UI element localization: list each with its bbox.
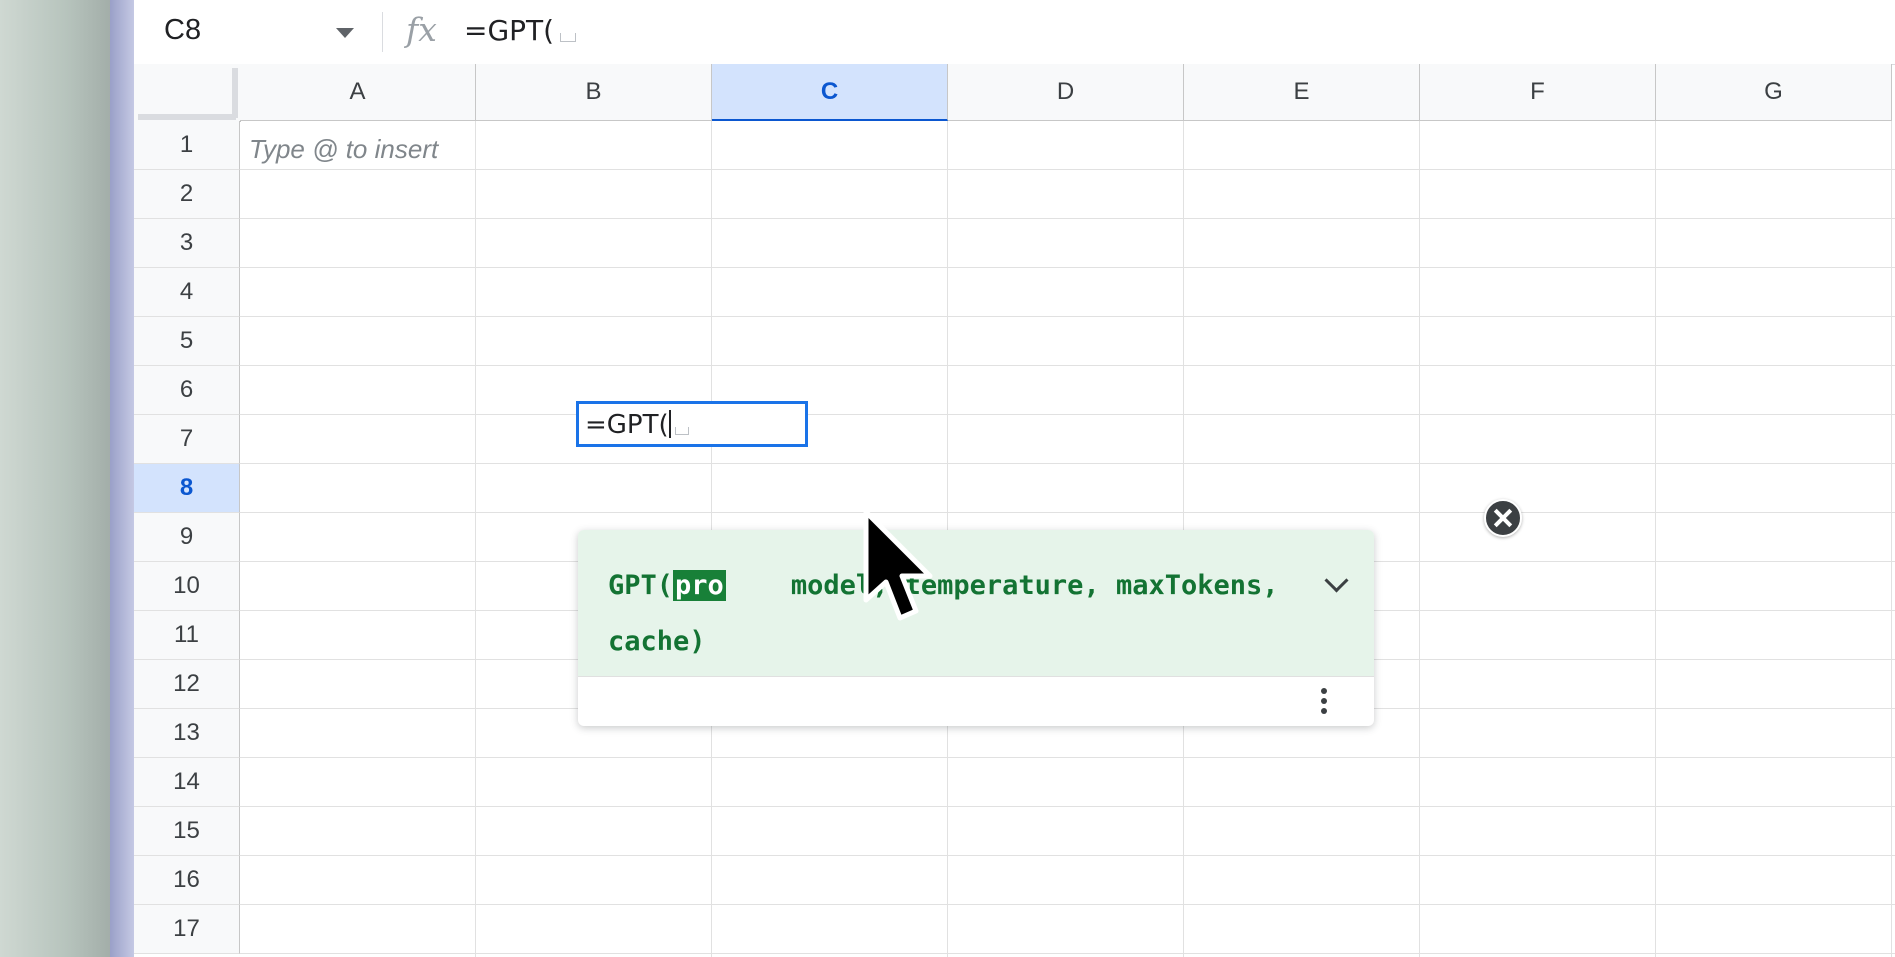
row-header-1[interactable]: 1: [134, 121, 240, 170]
cell-editor-value: =GPT(: [585, 410, 669, 440]
row-header-13[interactable]: 13: [134, 709, 240, 758]
function-signature-panel[interactable]: GPT(pro model, temperature, maxTokens, ca…: [578, 530, 1374, 676]
row-header-4[interactable]: 4: [134, 268, 240, 317]
row-gridline: [240, 463, 1895, 464]
column-gridline: [475, 121, 476, 957]
spreadsheet-grid[interactable]: Type @ to insert A B C D E F G 1 2 3 4 5 6 7 8 9 10 11 12 1…: [134, 64, 1895, 957]
name-box[interactable]: C8: [164, 14, 201, 47]
row-header-17[interactable]: 17: [134, 905, 240, 954]
cell-a1-placeholder: Type @ to insert: [249, 134, 439, 164]
select-all-corner[interactable]: [134, 64, 241, 122]
row-header-8[interactable]: 8: [134, 464, 240, 513]
row-header-12[interactable]: 12: [134, 660, 240, 709]
signature-function-name: GPT(: [608, 570, 674, 601]
close-icon[interactable]: [1484, 499, 1522, 537]
row-gridline: [240, 757, 1895, 758]
row-gridline: [240, 855, 1895, 856]
column-gridline: [1419, 121, 1420, 957]
column-header-b[interactable]: B: [476, 64, 712, 121]
active-cell-editor[interactable]: =GPT(: [576, 401, 808, 447]
formula-input[interactable]: =GPT(: [464, 14, 577, 47]
column-gridline: [1891, 121, 1892, 957]
column-header-a[interactable]: A: [240, 64, 476, 121]
cell-editor-text: =GPT(: [585, 410, 689, 440]
chevron-down-icon[interactable]: [1324, 568, 1349, 593]
signature-params-line2: cache): [608, 626, 706, 657]
row-header-15[interactable]: 15: [134, 807, 240, 856]
app-root: C8 fx =GPT( Type @ to insert ABCDEFG1234…: [0, 0, 1895, 957]
row-header-6[interactable]: 6: [134, 366, 240, 415]
space-marker-icon: [674, 427, 689, 435]
column-header-f[interactable]: F: [1420, 64, 1656, 121]
mouse-cursor-icon: [863, 509, 933, 621]
column-header-e[interactable]: E: [1184, 64, 1420, 121]
row-gridline: [240, 512, 1895, 513]
row-gridline: [240, 169, 1895, 170]
row-header-5[interactable]: 5: [134, 317, 240, 366]
column-header-c[interactable]: C: [712, 64, 948, 121]
row-gridline: [240, 316, 1895, 317]
row-gridline: [240, 218, 1895, 219]
popup-divider: [578, 676, 1374, 677]
row-header-3[interactable]: 3: [134, 219, 240, 268]
window-edge: [110, 0, 134, 957]
space-marker-icon: [560, 33, 577, 42]
row-header-11[interactable]: 11: [134, 611, 240, 660]
formula-value: =GPT(: [464, 14, 555, 47]
row-header-2[interactable]: 2: [134, 170, 240, 219]
row-header-10[interactable]: 10: [134, 562, 240, 611]
formula-bar: C8 fx =GPT(: [134, 0, 1895, 65]
row-gridline: [240, 414, 1895, 415]
row-gridline: [240, 953, 1895, 954]
freeze-handle-horizontal[interactable]: [138, 114, 236, 120]
fx-icon: fx: [406, 10, 437, 49]
formula-help-popup: GPT(pro model, temperature, maxTokens, ca…: [578, 530, 1374, 726]
kebab-menu-icon[interactable]: [1320, 686, 1328, 718]
row-gridline: [240, 365, 1895, 366]
row-gridline: [240, 267, 1895, 268]
desktop-background: [0, 0, 110, 957]
row-header-7[interactable]: 7: [134, 415, 240, 464]
function-signature: GPT(pro model, temperature, maxTokens, ca…: [608, 558, 1308, 670]
column-header-d[interactable]: D: [948, 64, 1184, 121]
chevron-down-icon[interactable]: [336, 28, 354, 38]
signature-current-param: pro: [673, 570, 726, 601]
row-header-9[interactable]: 9: [134, 513, 240, 562]
text-caret: [668, 410, 671, 438]
column-header-g[interactable]: G: [1656, 64, 1892, 121]
row-gridline: [240, 806, 1895, 807]
freeze-handle-vertical[interactable]: [232, 68, 238, 118]
column-gridline: [1655, 121, 1656, 957]
row-header-16[interactable]: 16: [134, 856, 240, 905]
row-header-14[interactable]: 14: [134, 758, 240, 807]
row-gridline: [240, 904, 1895, 905]
formula-bar-divider: [382, 12, 383, 52]
